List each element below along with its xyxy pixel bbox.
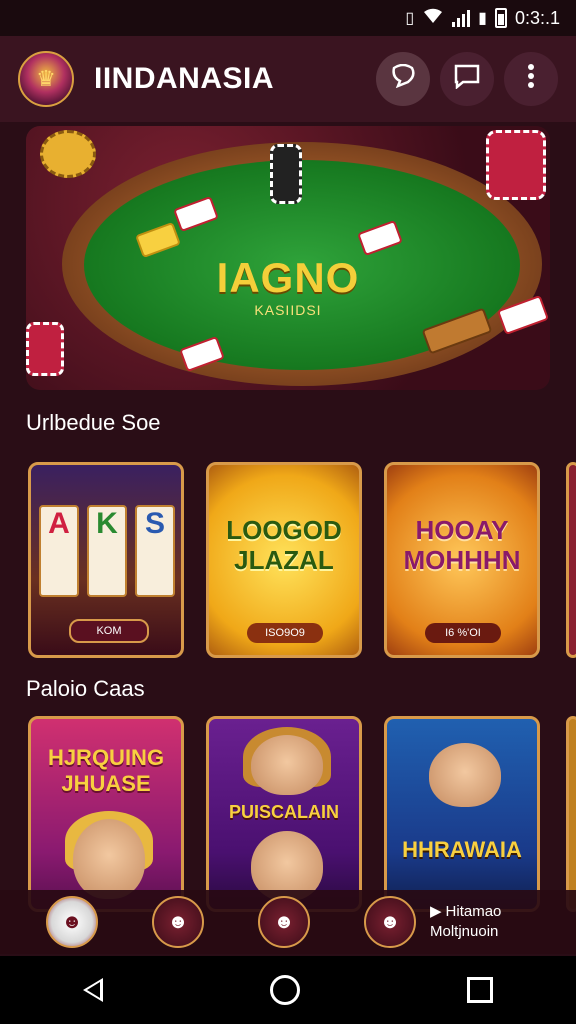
recents-icon[interactable] (466, 977, 493, 1003)
chat-bubble-icon (390, 63, 416, 95)
status-bar: ▯ ▮ 0:3:.1 (0, 0, 576, 36)
game-title: PUISCALAIN (228, 802, 339, 822)
gold-chip-icon (40, 130, 96, 178)
play-button[interactable]: ISO9O9 (247, 623, 323, 643)
bottom-caption-line1: Hitamao (445, 903, 502, 920)
character-face (73, 819, 145, 899)
play-button[interactable]: KOM (69, 619, 149, 643)
character-face (251, 735, 323, 795)
game-card-loogod[interactable]: LOOGOD JLAZAL ISO9O9 (206, 462, 362, 658)
avatar[interactable]: ☻ (152, 896, 204, 948)
slot-reel: A (39, 505, 79, 597)
game-card-hhrawaia[interactable]: HHRAWAIA (384, 716, 540, 912)
status-time: 0:3:.1 (514, 7, 560, 28)
vibrate-icon: ▯ (405, 10, 415, 27)
section-title: Urlbedue Soe (26, 410, 161, 435)
avatar[interactable]: ☻ (364, 896, 416, 948)
game-row: HJRQUING JHUASE PUISCALAIN HHRAWAIA (28, 716, 540, 912)
game-card-jhuase[interactable]: HJRQUING JHUASE (28, 716, 184, 912)
bottom-caption-line2: Moltjnuoin (430, 923, 499, 940)
app-header: ♛ IINDANASIA (0, 36, 576, 122)
wifi-icon (422, 7, 444, 30)
hero-title: IAGNO (216, 254, 360, 301)
more-options-button[interactable] (504, 52, 558, 106)
game-title: HOOAY MOHHHN (403, 515, 521, 575)
back-icon[interactable] (83, 978, 104, 1002)
signal-icon (452, 9, 471, 27)
game-row: A K S KOM LOOGOD JLAZAL ISO9O9 HOOAY MOH… (28, 462, 540, 658)
slot-reel: S (135, 505, 175, 597)
game-card-puiscalain[interactable]: PUISCALAIN (206, 716, 362, 912)
message-icon (453, 63, 481, 96)
home-icon[interactable] (269, 975, 300, 1005)
game-card-slots[interactable]: A K S KOM (28, 462, 184, 658)
chip-stack-icon (270, 144, 302, 204)
dice-stack-icon (486, 130, 546, 200)
character-face (429, 743, 501, 807)
app-logo[interactable]: ♛ (18, 51, 74, 107)
chip-icon (26, 322, 64, 376)
bottom-avatar-bar: ☻ ☻ ☻ ☻ ▶ Hitamao Moltjnuoin (0, 890, 576, 954)
app-title: IINDANASIA (94, 62, 275, 95)
hero-banner[interactable]: IAGNO KASIIDSI (26, 126, 550, 390)
game-title: LOOGOD JLAZAL (226, 515, 342, 575)
play-button[interactable]: I6 %'OI (425, 623, 501, 643)
sim-icon: ▮ (478, 10, 487, 27)
game-title: HHRAWAIA (402, 837, 522, 862)
game-card-partial[interactable] (566, 716, 576, 912)
avatar[interactable]: ☻ (258, 896, 310, 948)
game-title: HJRQUING JHUASE (47, 745, 165, 796)
slot-reel: K (87, 505, 127, 597)
battery-icon (494, 8, 507, 28)
game-card-partial[interactable] (566, 462, 576, 658)
play-arrow-icon: ▶ (430, 903, 442, 920)
more-vertical-icon (527, 63, 535, 96)
system-nav-bar (0, 956, 576, 1024)
game-card-hooay[interactable]: HOOAY MOHHHN I6 %'OI (384, 462, 540, 658)
section-title: Paloio Caas (26, 676, 145, 701)
bottom-caption[interactable]: ▶ Hitamao Moltjnuoin (430, 902, 501, 942)
avatar[interactable]: ☻ (46, 896, 98, 948)
chat-button[interactable] (376, 52, 430, 106)
messages-button[interactable] (440, 52, 494, 106)
hero-subtitle: KASIIDSI (254, 302, 322, 318)
